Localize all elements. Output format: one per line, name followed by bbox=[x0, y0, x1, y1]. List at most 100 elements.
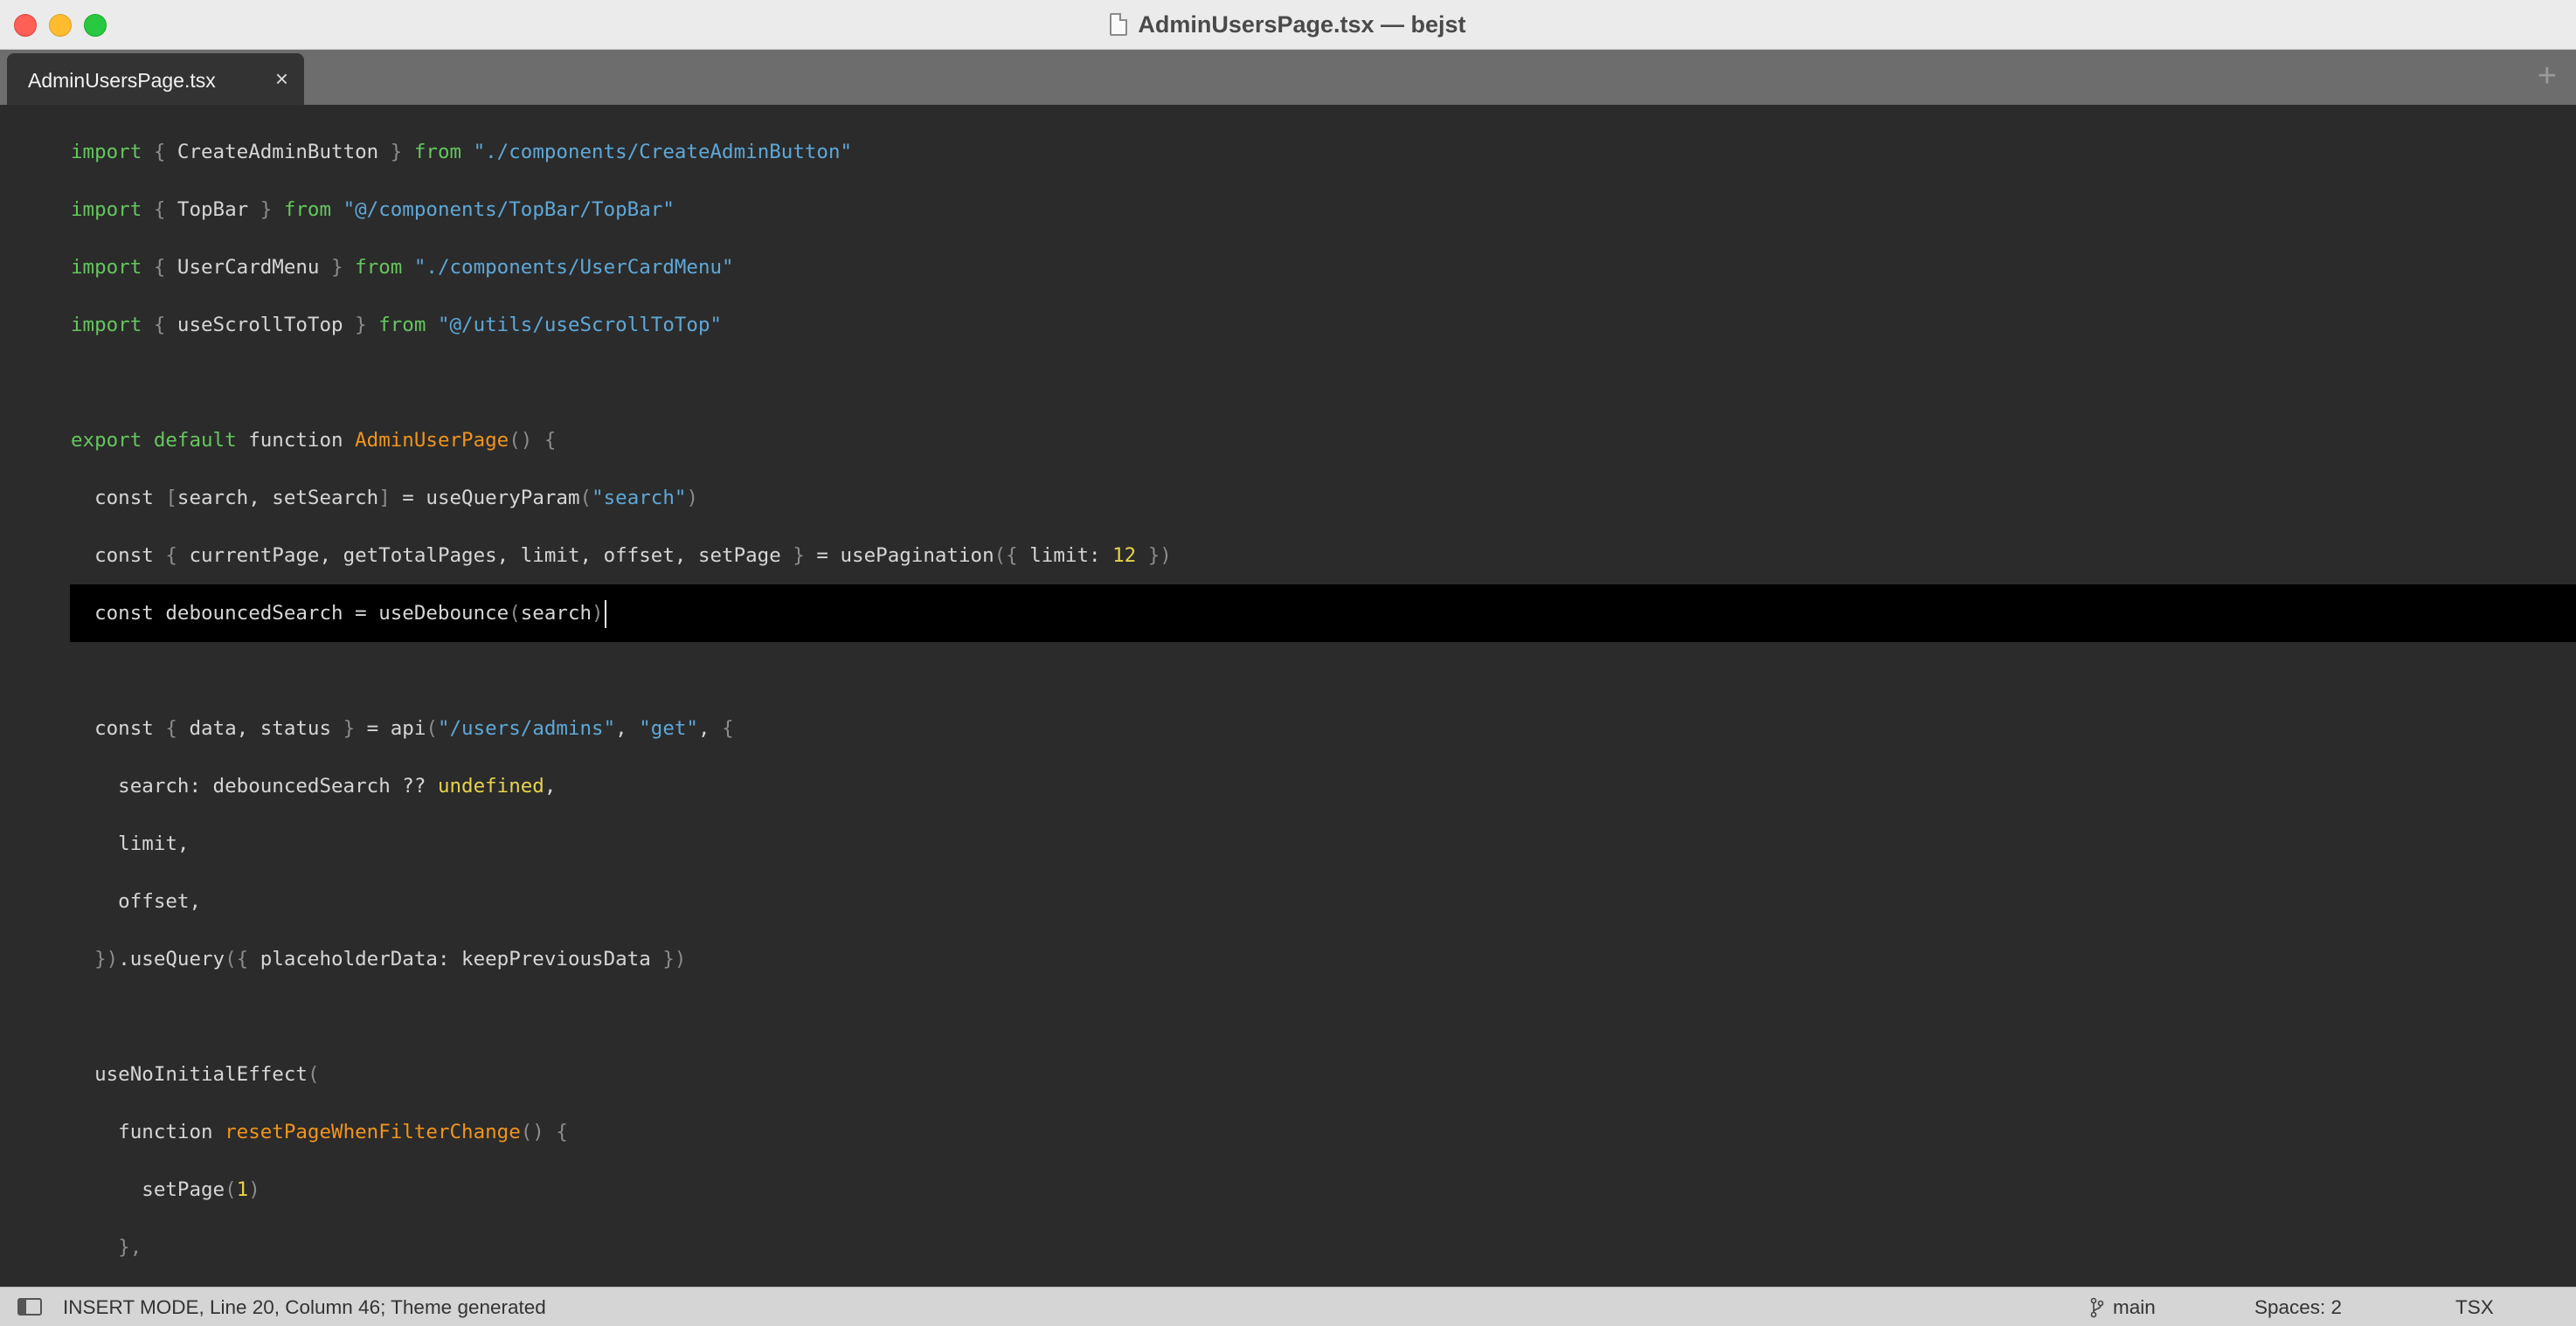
code-token: data, status bbox=[189, 717, 343, 740]
code-token: const debouncedSearch = useDebounce bbox=[71, 602, 509, 625]
code-line[interactable]: setPage(1) bbox=[0, 1161, 2576, 1219]
code-line[interactable] bbox=[0, 988, 2576, 1046]
code-token: const bbox=[71, 717, 166, 740]
code-token: function bbox=[71, 1121, 225, 1143]
code-line[interactable]: const { data, status } = api("/users/adm… bbox=[0, 700, 2576, 757]
code-token: from bbox=[283, 198, 332, 221]
code-line[interactable]: search: debouncedSearch ?? undefined, bbox=[0, 757, 2576, 815]
tab-bar: AdminUsersPage.tsx × + bbox=[0, 50, 2576, 105]
code-token: TopBar bbox=[177, 198, 249, 221]
code-token: { bbox=[142, 198, 177, 221]
code-token: const bbox=[71, 487, 166, 509]
code-token: useNoInitialEffect bbox=[71, 1063, 308, 1086]
code-editor[interactable]: import { CreateAdminButton } from "./com… bbox=[0, 105, 2576, 1287]
window-title: AdminUsersPage.tsx — bejst bbox=[1138, 10, 1466, 38]
code-token: import bbox=[71, 141, 142, 163]
code-line[interactable]: }).useQuery({ placeholderData: keepPrevi… bbox=[0, 930, 2576, 988]
tab-close-icon[interactable]: × bbox=[275, 67, 288, 90]
tab-adminuserspage[interactable]: AdminUsersPage.tsx × bbox=[7, 53, 304, 105]
tab-label: AdminUsersPage.tsx bbox=[28, 69, 216, 92]
code-token: { bbox=[722, 717, 734, 740]
code-token: { bbox=[165, 717, 190, 740]
code-line[interactable]: const { currentPage, getTotalPages, limi… bbox=[0, 527, 2576, 584]
code-token: resetPageWhenFilterChange bbox=[225, 1121, 521, 1143]
code-token: import bbox=[71, 256, 142, 279]
code-token: import bbox=[71, 198, 142, 221]
code-token: ( bbox=[579, 487, 592, 509]
code-token: "@/components/TopBar/TopBar" bbox=[331, 198, 675, 221]
code-token: , bbox=[615, 717, 640, 740]
code-token: import bbox=[71, 314, 142, 336]
code-token: undefined bbox=[437, 775, 544, 798]
code-line[interactable] bbox=[0, 354, 2576, 411]
code-line-current[interactable]: const debouncedSearch = useDebounce(sear… bbox=[70, 584, 2576, 642]
code-line[interactable]: }, bbox=[0, 1219, 2576, 1276]
code-token: search bbox=[520, 602, 592, 625]
status-message: INSERT MODE, Line 20, Column 46; Theme g… bbox=[63, 1296, 546, 1318]
sidebar-toggle-icon[interactable] bbox=[17, 1298, 42, 1316]
code-line[interactable]: offset, bbox=[0, 873, 2576, 930]
code-token: } bbox=[319, 256, 356, 279]
code-token: [ bbox=[165, 487, 177, 509]
code-token: "get" bbox=[639, 717, 698, 740]
code-token: useScrollToTop bbox=[177, 314, 343, 336]
code-token: ] bbox=[378, 487, 391, 509]
code-token: { bbox=[142, 141, 177, 163]
code-line[interactable]: limit, bbox=[0, 815, 2576, 873]
code-line[interactable] bbox=[0, 642, 2576, 700]
code-token: search, setSearch bbox=[177, 487, 379, 509]
code-token: ) bbox=[592, 602, 604, 625]
code-token: AdminUserPage bbox=[355, 429, 509, 452]
code-token: limit, bbox=[71, 832, 190, 855]
code-token: { bbox=[142, 256, 177, 279]
code-token: "/users/admins" bbox=[437, 717, 616, 740]
code-line[interactable]: const [search, setSearch] = useQueryPara… bbox=[0, 469, 2576, 527]
code-token: setPage bbox=[71, 1178, 225, 1201]
code-token: { bbox=[165, 544, 190, 567]
code-token: "./components/CreateAdminButton" bbox=[461, 141, 853, 163]
title-bar: AdminUsersPage.tsx — bejst bbox=[0, 0, 2576, 50]
code-line[interactable]: import { useScrollToTop } from "@/utils/… bbox=[0, 296, 2576, 354]
code-line[interactable]: export default function AdminUserPage() … bbox=[0, 411, 2576, 469]
new-tab-icon[interactable]: + bbox=[2538, 59, 2557, 93]
code-token: ( bbox=[509, 602, 521, 625]
code-token: () { bbox=[520, 1121, 568, 1143]
code-token: const bbox=[71, 544, 166, 567]
code-line[interactable]: import { UserCardMenu } from "./componen… bbox=[0, 238, 2576, 296]
code-token: currentPage, getTotalPages, limit, offse… bbox=[189, 544, 793, 567]
syntax-mode[interactable]: TSX bbox=[2455, 1296, 2494, 1319]
code-token: UserCardMenu bbox=[177, 256, 320, 279]
code-token: } bbox=[343, 314, 379, 336]
document-icon bbox=[1110, 13, 1128, 36]
code-token: from bbox=[378, 314, 426, 336]
code-line[interactable]: import { CreateAdminButton } from "./com… bbox=[0, 123, 2576, 181]
code-token: } bbox=[378, 141, 414, 163]
editor-window: AdminUsersPage.tsx — bejst AdminUsersPag… bbox=[0, 0, 2576, 1326]
code-token: = api bbox=[355, 717, 426, 740]
code-token: .useQuery bbox=[118, 948, 225, 970]
git-branch[interactable]: main bbox=[2090, 1296, 2156, 1319]
status-bar: INSERT MODE, Line 20, Column 46; Theme g… bbox=[0, 1287, 2576, 1326]
window-title-group: AdminUsersPage.tsx — bejst bbox=[0, 0, 2576, 49]
code-token: } bbox=[793, 544, 805, 567]
code-token: () { bbox=[509, 429, 557, 452]
code-line[interactable]: function resetPageWhenFilterChange() { bbox=[0, 1103, 2576, 1161]
code-token: ({ bbox=[994, 544, 1030, 567]
code-token: offset, bbox=[71, 890, 202, 913]
code-token: , bbox=[697, 717, 723, 740]
code-token: }) bbox=[662, 948, 687, 970]
code-token: }, bbox=[71, 1236, 142, 1259]
code-token: "./components/UserCardMenu" bbox=[402, 256, 734, 279]
code-token: search: debouncedSearch ?? bbox=[71, 775, 438, 798]
code-token: 1 bbox=[236, 1178, 249, 1201]
code-token: } bbox=[248, 198, 284, 221]
code-token: } bbox=[343, 717, 356, 740]
code-line[interactable]: useNoInitialEffect( bbox=[0, 1046, 2576, 1103]
code-token: CreateAdminButton bbox=[177, 141, 379, 163]
code-line[interactable]: import { TopBar } from "@/components/Top… bbox=[0, 181, 2576, 238]
code-token: }) bbox=[1136, 544, 1172, 567]
code-token: "search" bbox=[592, 487, 687, 509]
indentation-setting[interactable]: Spaces: 2 bbox=[2254, 1296, 2342, 1319]
code-token: placeholderData: keepPreviousData bbox=[260, 948, 663, 970]
git-branch-icon bbox=[2090, 1297, 2104, 1318]
